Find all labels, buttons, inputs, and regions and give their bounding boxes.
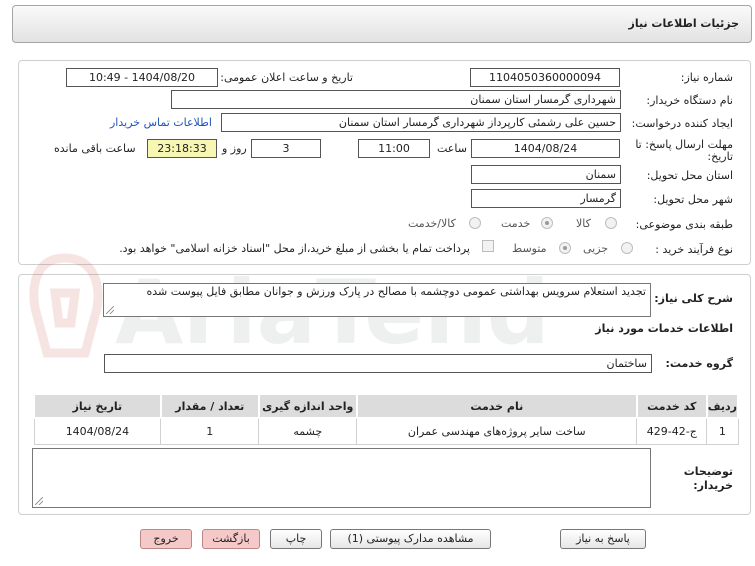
col-quantity: تعداد / مقدار <box>159 393 260 419</box>
process-option-minor: جزیی <box>583 242 609 255</box>
category-radio-goods-service[interactable] <box>469 217 481 229</box>
city-field: گرمسار <box>471 189 621 208</box>
service-group-field: ساختمان <box>104 354 652 373</box>
col-service-code: کد خدمت <box>635 393 708 419</box>
process-radio-medium[interactable] <box>559 242 571 254</box>
col-need-date: تاریخ نیاز <box>33 393 162 419</box>
deadline-label-date: تاریخ: <box>707 150 733 163</box>
remaining-time-label: ساعت باقی مانده <box>54 142 136 155</box>
table-row: 1 ج-42-429 ساخت سایر پروژه‌های مهندسی عم… <box>33 417 739 445</box>
page-header: جزئیات اطلاعات نیاز <box>12 5 752 43</box>
creator-field: حسین علی رشمئی کارپرداز شهرداری گرمسار ا… <box>221 113 621 132</box>
need-date-cell: 1404/08/24 <box>33 417 162 445</box>
service-name-cell: ساخت سایر پروژه‌های مهندسی عمران <box>356 417 638 445</box>
city-label: شهر محل تحویل: <box>653 193 733 206</box>
need-number-label: شماره نیاز: <box>680 71 733 84</box>
unit-cell: چشمه <box>258 417 358 445</box>
col-service-name: نام خدمت <box>355 393 638 419</box>
quantity-cell: 1 <box>160 417 260 445</box>
exit-button[interactable]: خروج <box>140 529 192 549</box>
announce-date-field: 1404/08/20 - 10:49 <box>66 68 218 87</box>
buyer-notes-label-2: خریدار: <box>693 479 733 492</box>
col-row-number: ردیف <box>705 393 740 419</box>
category-option-goods-service: کالا/خدمت <box>408 217 456 230</box>
creator-label: ایجاد کننده درخواست: <box>631 117 733 130</box>
service-code-cell: ج-42-429 <box>636 417 708 445</box>
buyer-contact-link[interactable]: اطلاعات تماس خریدار <box>110 116 212 129</box>
buyer-org-field: شهرداری گرمسار استان سمنان <box>171 90 621 109</box>
category-radio-goods[interactable] <box>605 217 617 229</box>
province-field: سمنان <box>471 165 621 184</box>
resize-grip[interactable] <box>106 306 114 314</box>
services-table: ردیف کد خدمت نام خدمت واحد اندازه گیری ت… <box>33 393 740 445</box>
page-title: جزئیات اطلاعات نیاز <box>628 17 740 30</box>
col-unit: واحد اندازه گیری <box>257 393 358 419</box>
buyer-notes-field[interactable] <box>32 448 651 508</box>
services-table-header: ردیف کد خدمت نام خدمت واحد اندازه گیری ت… <box>33 393 740 419</box>
deadline-time-field: 11:00 <box>358 139 430 158</box>
days-label: روز و <box>222 142 247 155</box>
need-description-field[interactable]: تجدید استعلام سرویس بهداشتی عمومی دوچشمه… <box>103 283 651 317</box>
deadline-date-field: 1404/08/24 <box>471 139 620 158</box>
announce-date-label: تاریخ و ساعت اعلان عمومی: <box>220 71 353 84</box>
deadline-time-label: ساعت <box>437 142 467 155</box>
reply-button[interactable]: پاسخ به نیاز <box>560 529 646 549</box>
province-label: استان محل تحویل: <box>646 169 733 182</box>
services-heading: اطلاعات خدمات مورد نیاز <box>595 322 733 335</box>
remaining-time-field: 23:18:33 <box>147 139 217 158</box>
category-label: طبقه بندی موضوعی: <box>635 218 733 231</box>
row-number-cell: 1 <box>706 417 739 445</box>
need-description-label: شرح کلی نیاز: <box>654 292 733 305</box>
process-type-label: نوع فرآیند خرید : <box>655 243 733 256</box>
buyer-org-label: نام دستگاه خریدار: <box>646 94 733 107</box>
print-button[interactable]: چاپ <box>270 529 322 549</box>
need-number-field: 1104050360000094 <box>470 68 620 87</box>
category-radio-service[interactable] <box>541 217 553 229</box>
back-button[interactable]: بازگشت <box>202 529 260 549</box>
service-group-label: گروه خدمت: <box>665 357 733 370</box>
need-description-text: تجدید استعلام سرویس بهداشتی عمومی دوچشمه… <box>146 285 646 298</box>
category-option-goods: کالا <box>576 217 591 230</box>
category-option-service: خدمت <box>501 217 531 230</box>
view-attachments-button[interactable]: مشاهده مدارک پیوستی (1) <box>330 529 491 549</box>
resize-grip[interactable] <box>35 497 43 505</box>
buyer-notes-label: توضیحات <box>683 465 733 478</box>
process-radio-minor[interactable] <box>621 242 633 254</box>
remaining-days-field: 3 <box>251 139 321 158</box>
